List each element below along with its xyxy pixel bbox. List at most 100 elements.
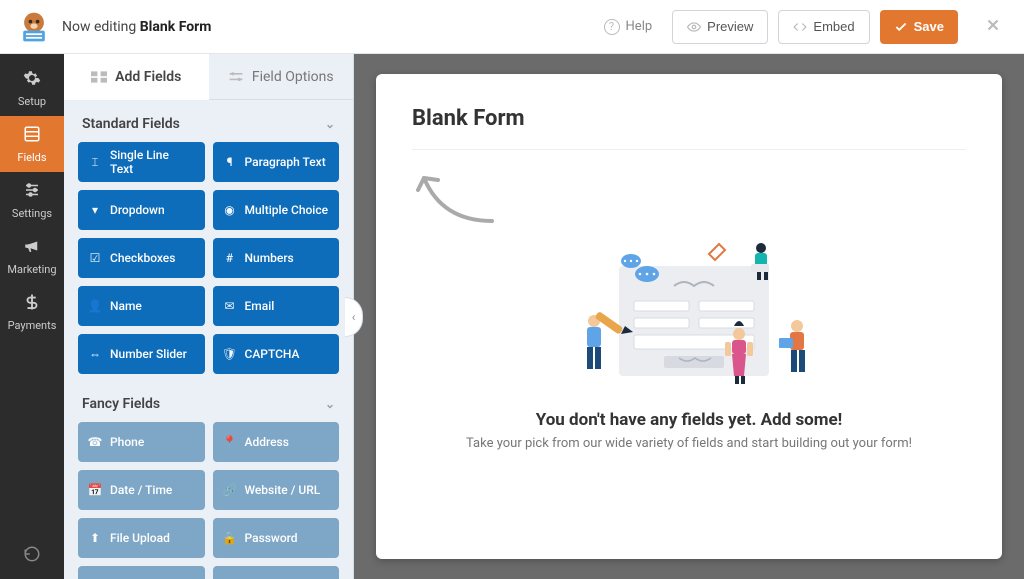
field-website-url[interactable]: 🔗 Website / URL (213, 470, 340, 510)
rail-item-payments[interactable]: Payments (0, 284, 64, 340)
section-head-fancy-fields[interactable]: Fancy Fields ⌄ (78, 380, 339, 422)
chevron-down-icon: ⌄ (325, 117, 335, 131)
section-title: Fancy Fields (82, 396, 160, 412)
radio-icon: ◉ (223, 203, 237, 217)
history-button[interactable] (0, 529, 64, 579)
upload-icon: ⬆ (88, 531, 102, 545)
shield-icon: 🛡 (223, 347, 237, 361)
calendar-icon: 📅 (88, 483, 102, 497)
hash-icon: # (223, 251, 237, 265)
field-single-line-text[interactable]: ⌶ Single Line Text (78, 142, 205, 182)
chevron-down-icon: ⌄ (325, 397, 335, 411)
close-button[interactable] (978, 9, 1008, 45)
form-stage: Blank Form (354, 54, 1024, 579)
rail-item-label: Payments (8, 319, 57, 332)
editing-label: Now editing Blank Form (62, 19, 211, 35)
field-checkboxes[interactable]: ☑ Checkboxes (78, 238, 205, 278)
pin-icon: 📍 (223, 435, 237, 449)
save-button[interactable]: Save (880, 10, 958, 44)
field-label: Multiple Choice (245, 203, 329, 217)
check-icon (894, 20, 908, 34)
field-label: Checkboxes (110, 251, 175, 265)
field-label: Single Line Text (110, 148, 195, 176)
field-password[interactable]: 🔒 Password (213, 518, 340, 558)
app-logo (16, 9, 52, 45)
field-label: Paragraph Text (245, 155, 326, 169)
help-link[interactable]: ? Help (594, 13, 663, 41)
field-label: CAPTCHA (245, 347, 300, 361)
rail-item-settings[interactable]: Settings (0, 172, 64, 228)
field-layout[interactable]: ▥Layout (213, 566, 340, 579)
grid-icon (91, 71, 107, 83)
field-paragraph-text[interactable]: ¶ Paragraph Text (213, 142, 340, 182)
fields-panel: Add Fields Field Options Standard Fields… (64, 54, 354, 579)
left-rail: Setup Fields Settings Marketing Payments (0, 54, 64, 579)
slider-icon: ⇔ (88, 347, 102, 361)
preview-button[interactable]: Preview (672, 10, 768, 44)
embed-label: Embed (813, 19, 854, 34)
section-title: Standard Fields (82, 116, 180, 132)
field-captcha[interactable]: 🛡 CAPTCHA (213, 334, 340, 374)
tab-field-options[interactable]: Field Options (209, 54, 354, 100)
field-phone[interactable]: ☎Phone (78, 422, 205, 462)
editing-prefix: Now editing (62, 19, 136, 35)
form-title[interactable]: Blank Form (412, 106, 966, 150)
field-file-upload[interactable]: ⬆ File Upload (78, 518, 205, 558)
field-dropdown[interactable]: ▾ Dropdown (78, 190, 205, 230)
checkbox-icon: ☑ (88, 251, 102, 265)
field-address[interactable]: 📍 Address (213, 422, 340, 462)
dollar-icon (23, 293, 41, 315)
code-icon (793, 20, 807, 34)
field-date-time[interactable]: 📅 Date / Time (78, 470, 205, 510)
tab-add-fields-label: Add Fields (115, 69, 181, 85)
empty-state-heading: You don't have any fields yet. Add some! (536, 410, 843, 430)
rail-item-setup[interactable]: Setup (0, 60, 64, 116)
hint-arrow-icon (412, 166, 502, 226)
tab-add-fields[interactable]: Add Fields (64, 54, 209, 100)
save-label: Save (914, 19, 944, 34)
paragraph-icon: ¶ (223, 155, 237, 169)
field-number-slider[interactable]: ⇔Number Slider (78, 334, 205, 374)
field-numbers[interactable]: # Numbers (213, 238, 340, 278)
person-icon: 👤 (88, 299, 102, 313)
field-label: Numbers (245, 251, 294, 265)
rail-item-fields[interactable]: Fields (0, 116, 64, 172)
embed-button[interactable]: Embed (778, 10, 869, 44)
field-label: Address (245, 435, 289, 449)
field-label: File Upload (110, 531, 170, 545)
form-canvas[interactable]: Blank Form (376, 74, 1002, 559)
lock-icon: 🔒 (223, 531, 237, 545)
field-email[interactable]: ✉Email (213, 286, 340, 326)
sliders-icon (228, 71, 244, 83)
topbar: Now editing Blank Form ? Help Preview Em… (0, 0, 1024, 54)
rail-item-label: Fields (17, 151, 46, 164)
field-multiple-choice[interactable]: ◉ Multiple Choice (213, 190, 340, 230)
section-head-standard-fields[interactable]: Standard Fields ⌄ (78, 100, 339, 142)
editing-form-name: Blank Form (140, 19, 212, 35)
field-name[interactable]: 👤 Name (78, 286, 205, 326)
text-line-icon: ⌶ (88, 155, 102, 169)
rail-item-label: Setup (18, 95, 46, 108)
mail-icon: ✉ (223, 299, 237, 313)
field-label: Password (245, 531, 298, 545)
sliders-icon (23, 181, 41, 203)
rail-item-marketing[interactable]: Marketing (0, 228, 64, 284)
rail-item-label: Settings (12, 207, 52, 220)
help-label: Help (626, 19, 653, 34)
field-label: Website / URL (245, 483, 321, 497)
field-label: Dropdown (110, 203, 165, 217)
field-label: Phone (110, 435, 144, 449)
empty-state-illustration (539, 226, 839, 396)
rail-item-label: Marketing (7, 263, 56, 276)
preview-label: Preview (707, 19, 753, 34)
empty-state-subtext: Take your pick from our wide variety of … (466, 436, 912, 451)
field-label: Date / Time (110, 483, 172, 497)
gear-icon (23, 69, 41, 91)
dropdown-icon: ▾ (88, 203, 102, 217)
eye-icon (687, 20, 701, 34)
bullhorn-icon (23, 237, 41, 259)
panel-tabs: Add Fields Field Options (64, 54, 353, 100)
link-icon: 🔗 (223, 483, 237, 497)
field-label: Name (110, 299, 142, 313)
field-rich-text[interactable]: ✎Rich Text (78, 566, 205, 579)
